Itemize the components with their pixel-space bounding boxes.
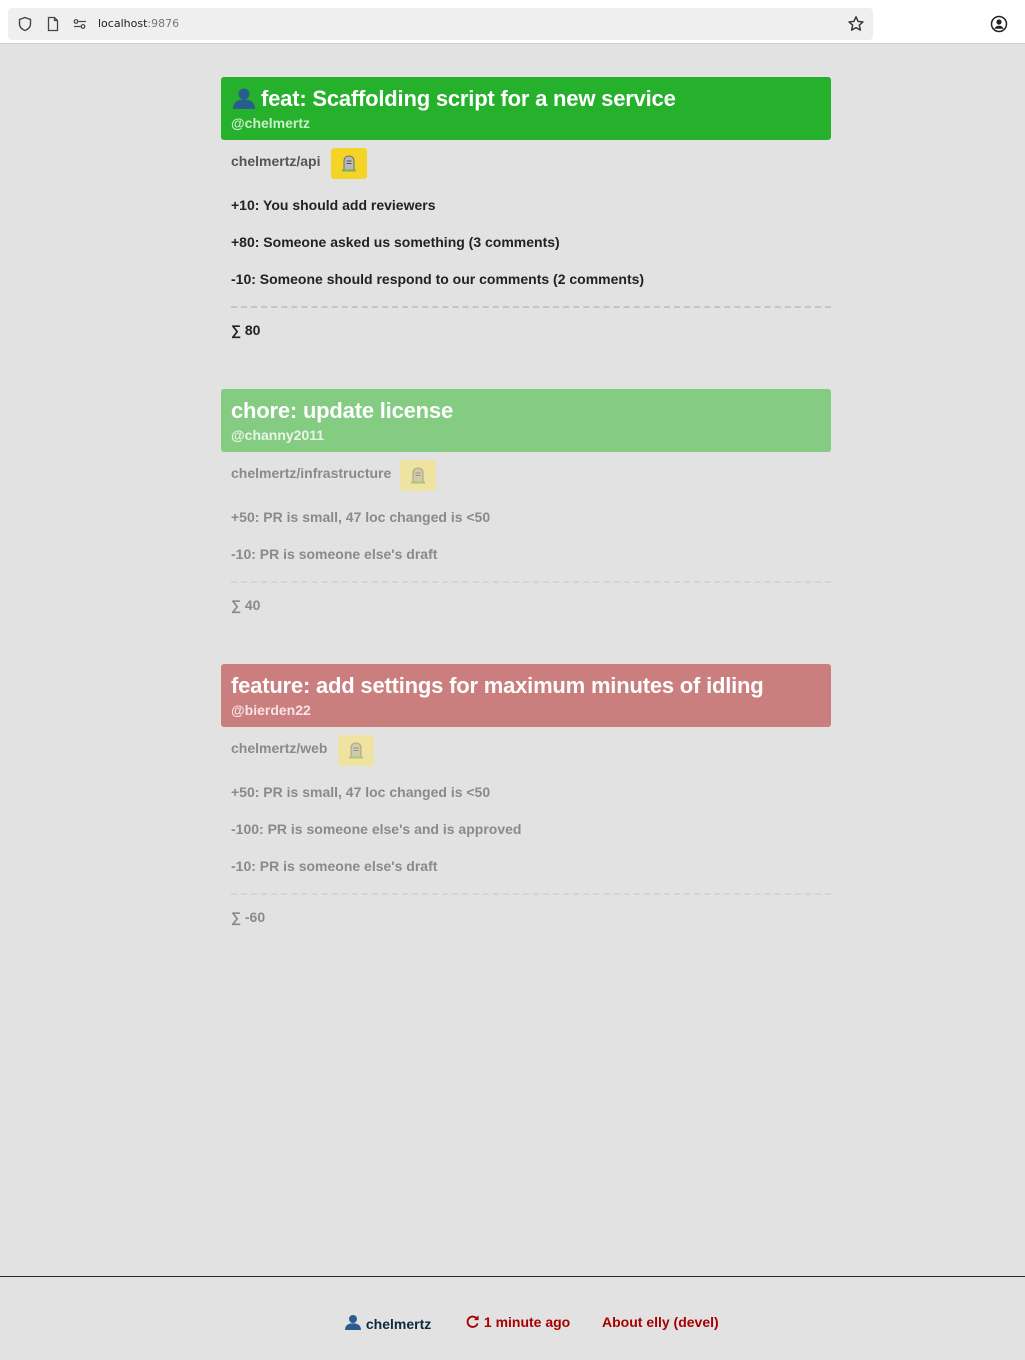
browser-toolbar: localhost:9876 — [0, 0, 1025, 44]
score-reason: -100: PR is someone else's and is approv… — [231, 821, 522, 837]
repo-name[interactable]: chelmertz/api — [231, 153, 320, 169]
refresh-label: 1 minute ago — [483, 1314, 571, 1330]
pr-author[interactable]: @chelmertz — [231, 113, 821, 133]
pr-card-header[interactable]: feat: Scaffolding script for a new servi… — [221, 77, 831, 140]
footer: chelmertz 1 minute ago About elly (devel… — [0, 1276, 1025, 1360]
pr-title-line[interactable]: feat: Scaffolding script for a new servi… — [231, 85, 821, 113]
score-reason: +50: PR is small, 47 loc changed is <50 — [231, 784, 491, 800]
url-port: :9876 — [147, 17, 180, 30]
pr-author[interactable]: @channy2011 — [231, 425, 821, 445]
pr-author[interactable]: @bierden22 — [231, 700, 821, 720]
score-divider — [231, 306, 831, 308]
url-host: localhost — [98, 17, 148, 30]
pr-repo-row: chelmertz/web — [221, 727, 831, 769]
repo-name[interactable]: chelmertz/infrastructure — [231, 465, 391, 481]
score-reason: +50: PR is small, 47 loc changed is <50 — [231, 509, 491, 525]
site-permissions-icon[interactable] — [72, 16, 88, 32]
score-reason: +80: Someone asked us something (3 comme… — [231, 234, 560, 250]
repo-name[interactable]: chelmertz/web — [231, 740, 327, 756]
pr-card: feature: add settings for maximum minute… — [221, 664, 831, 925]
pr-repo-row: chelmertz/infrastructure — [221, 452, 831, 494]
footer-user[interactable]: chelmertz — [344, 1314, 431, 1332]
score-divider — [231, 581, 831, 583]
tombstone-badge[interactable] — [400, 460, 436, 491]
pr-card: chore: update license @channy2011 chelme… — [221, 389, 831, 613]
page-icon — [47, 16, 59, 32]
refresh-icon — [466, 1315, 479, 1328]
pr-card-header[interactable]: feature: add settings for maximum minute… — [221, 664, 831, 727]
score-total: ∑ 80 — [231, 322, 261, 338]
tombstone-icon — [411, 467, 425, 484]
tombstone-badge[interactable] — [331, 148, 367, 179]
score-total: ∑ -60 — [231, 909, 266, 925]
account-icon[interactable] — [990, 15, 1008, 33]
address-bar[interactable]: localhost:9876 — [8, 8, 873, 40]
pr-card: feat: Scaffolding script for a new servi… — [221, 77, 831, 338]
tombstone-icon — [342, 155, 356, 172]
tombstone-badge[interactable] — [338, 735, 374, 766]
score-reason: -10: PR is someone else's draft — [231, 546, 438, 562]
pr-title[interactable]: feature: add settings for maximum minute… — [231, 672, 821, 700]
person-icon — [233, 88, 255, 109]
person-icon — [345, 1315, 361, 1330]
tombstone-icon — [349, 742, 363, 759]
score-reason: -10: Someone should respond to our comme… — [231, 271, 645, 287]
pr-title: feat: Scaffolding script for a new servi… — [261, 86, 676, 111]
score-total: ∑ 40 — [231, 597, 261, 613]
pr-repo-row: chelmertz/api — [221, 140, 831, 182]
footer-username: chelmertz — [365, 1316, 432, 1332]
pr-card-header[interactable]: chore: update license @channy2011 — [221, 389, 831, 452]
url-text[interactable]: localhost:9876 — [98, 17, 179, 31]
about-link[interactable]: About elly (devel) — [602, 1314, 719, 1330]
score-reason: -10: PR is someone else's draft — [231, 858, 438, 874]
bookmark-star-icon[interactable] — [847, 15, 865, 33]
score-reason: +10: You should add reviewers — [231, 197, 436, 213]
pr-title[interactable]: chore: update license — [231, 397, 821, 425]
score-divider — [231, 893, 831, 895]
refresh-link[interactable]: 1 minute ago — [465, 1314, 570, 1330]
shield-icon — [18, 16, 32, 32]
